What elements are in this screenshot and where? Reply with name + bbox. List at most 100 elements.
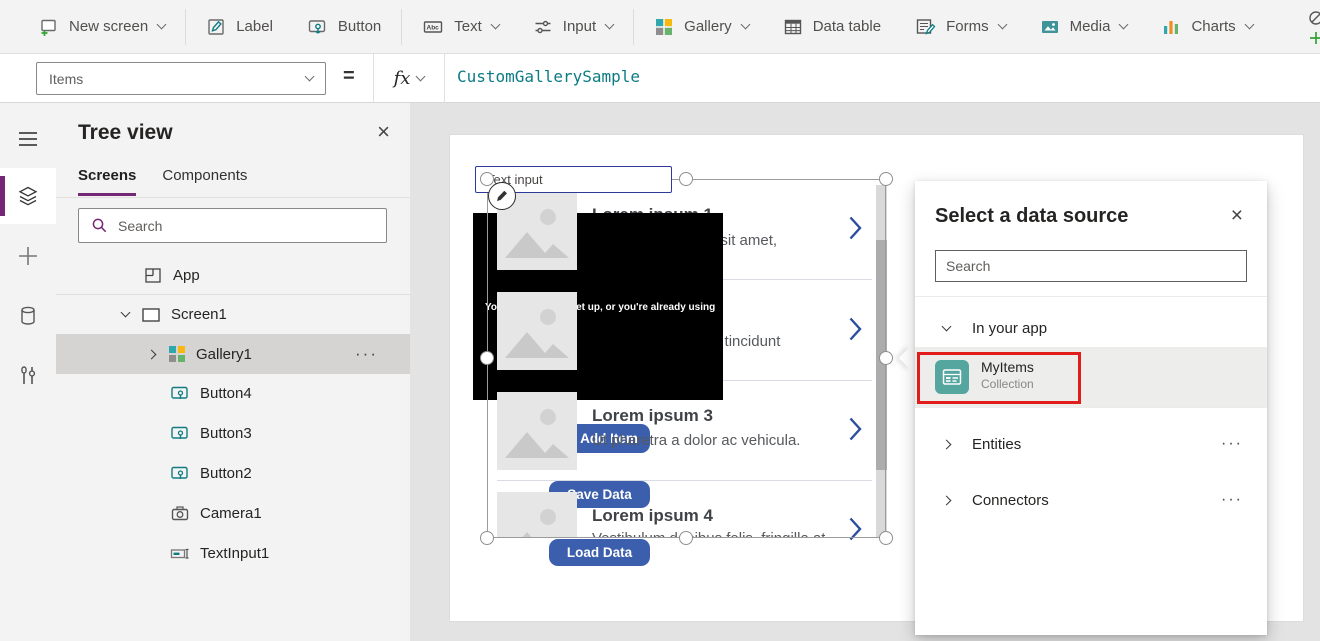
formula-input[interactable]: CustomGallerySample [457, 67, 640, 86]
close-icon[interactable]: × [377, 121, 390, 143]
tree-search-input[interactable] [118, 218, 358, 234]
chevron-down-icon [157, 20, 167, 30]
flyout-title: Select a data source [935, 205, 1128, 228]
search-icon [91, 217, 108, 234]
flyout-divider [915, 296, 1267, 297]
button-small-icon [170, 384, 190, 403]
in-your-app-section[interactable]: In your app [915, 309, 1267, 347]
edit-pencil-icon[interactable] [488, 182, 516, 210]
selection-handle[interactable] [679, 531, 693, 545]
data-table-label: Data table [813, 18, 881, 35]
property-selector[interactable]: Items [36, 62, 326, 95]
tree-item-label: Button3 [200, 425, 252, 442]
fx-icon: fx [394, 68, 411, 89]
selection-handle[interactable] [480, 531, 494, 545]
toolbar-separator [401, 9, 402, 45]
new-screen-label: New screen [69, 18, 148, 35]
text-dropdown[interactable]: Abc Text [405, 0, 516, 54]
powerapps-studio: New screen Label Button Abc Text Input G… [0, 0, 1320, 641]
input-icon [533, 17, 553, 37]
chevron-down-icon [490, 20, 500, 30]
label-icon [206, 17, 226, 37]
tree-item-label: Camera1 [200, 505, 262, 522]
tree-item-button3[interactable]: Button3 [56, 414, 410, 453]
connectors-section[interactable]: Connectors ··· [915, 481, 1267, 519]
property-selector-value: Items [49, 71, 83, 87]
tree-item-label: TextInput1 [200, 545, 269, 562]
tree-view-icon[interactable] [0, 168, 56, 224]
plus-icon[interactable] [0, 228, 56, 284]
left-navigation-rail [0, 103, 56, 641]
tree-search-box[interactable] [78, 208, 387, 243]
data-table-button[interactable]: Data table [766, 0, 898, 54]
selection-handle[interactable] [879, 531, 893, 545]
chevron-right-icon [942, 439, 952, 449]
media-dropdown[interactable]: Media [1023, 0, 1145, 54]
gallery-small-icon [168, 345, 186, 363]
tree-item-camera1[interactable]: Camera1 [56, 494, 410, 533]
selection-handle[interactable] [480, 172, 494, 186]
tree-item-screen1[interactable]: Screen1 [56, 295, 410, 334]
media-label: Media [1070, 18, 1111, 35]
myitems-name: MyItems [981, 359, 1034, 375]
tree-item-label: App [173, 267, 200, 284]
tree-view-title: Tree view [78, 121, 173, 145]
equals-sign: = [343, 65, 355, 88]
selection-handle[interactable] [879, 172, 893, 186]
more-options-icon[interactable]: ··· [1221, 491, 1243, 509]
data-source-flyout: Select a data source × In your app MyIte… [915, 181, 1267, 635]
selection-handle[interactable] [480, 351, 494, 365]
selection-handle[interactable] [679, 172, 693, 186]
chevron-down-icon [997, 20, 1007, 30]
hamburger-icon[interactable] [0, 111, 56, 167]
advanced-tools-icon[interactable] [0, 348, 56, 404]
tree-item-gallery1[interactable]: Gallery1 ··· [56, 334, 410, 374]
myitems-collection-row[interactable]: MyItems Collection [915, 347, 1267, 407]
more-options-icon[interactable]: ··· [355, 344, 378, 364]
chevron-down-icon [1119, 20, 1129, 30]
more-options-icon[interactable]: ··· [1221, 435, 1243, 453]
toolbar-separator [633, 9, 634, 45]
forms-dropdown[interactable]: Forms [898, 0, 1023, 54]
custom-component-icon-partial[interactable] [1294, 5, 1320, 49]
chevron-down-icon [942, 321, 952, 331]
data-source-search-input[interactable] [946, 258, 1226, 274]
tree-item-app[interactable]: App [56, 256, 410, 295]
tree-item-textinput1[interactable]: TextInput1 [56, 534, 410, 573]
tree-item-label: Button4 [200, 385, 252, 402]
fx-dropdown[interactable]: fx [373, 54, 445, 102]
tab-components[interactable]: Components [162, 167, 247, 196]
selection-handle[interactable] [879, 351, 893, 365]
tree-item-label: Button2 [200, 465, 252, 482]
text-icon: Abc [422, 17, 444, 37]
button-icon [307, 17, 328, 37]
entities-section[interactable]: Entities ··· [915, 425, 1267, 463]
data-sources-icon[interactable] [0, 288, 56, 344]
formula-bar: Items = fx CustomGallerySample [0, 54, 1320, 103]
button-button[interactable]: Button [290, 0, 398, 54]
data-source-search-box[interactable] [935, 250, 1247, 282]
close-icon[interactable]: × [1231, 205, 1243, 226]
insert-toolbar: New screen Label Button Abc Text Input G… [0, 0, 1320, 54]
tree-item-button2[interactable]: Button2 [56, 454, 410, 493]
tree-item-button4[interactable]: Button4 [56, 374, 410, 413]
charts-dropdown[interactable]: Charts [1144, 0, 1269, 54]
charts-label: Charts [1191, 18, 1235, 35]
tree-item-label: Gallery1 [196, 346, 252, 363]
tab-screens[interactable]: Screens [78, 167, 136, 196]
chevron-right-icon [147, 349, 157, 359]
new-screen-button[interactable]: New screen [22, 0, 182, 54]
label-button[interactable]: Label [189, 0, 290, 54]
app-icon [144, 266, 163, 285]
in-your-app-label: In your app [972, 320, 1047, 337]
button-small-icon [170, 464, 190, 483]
input-dropdown[interactable]: Input [516, 0, 630, 54]
forms-icon [915, 17, 936, 37]
load-data-button[interactable]: Load Data [549, 539, 650, 566]
gallery-dropdown[interactable]: Gallery [637, 0, 766, 54]
connectors-label: Connectors [972, 492, 1049, 509]
charts-icon [1161, 17, 1181, 37]
gallery-selection-border [487, 179, 886, 538]
tree-view-panel: Tree view × Screens Components App Scree… [56, 103, 410, 641]
text-label: Text [454, 18, 482, 35]
